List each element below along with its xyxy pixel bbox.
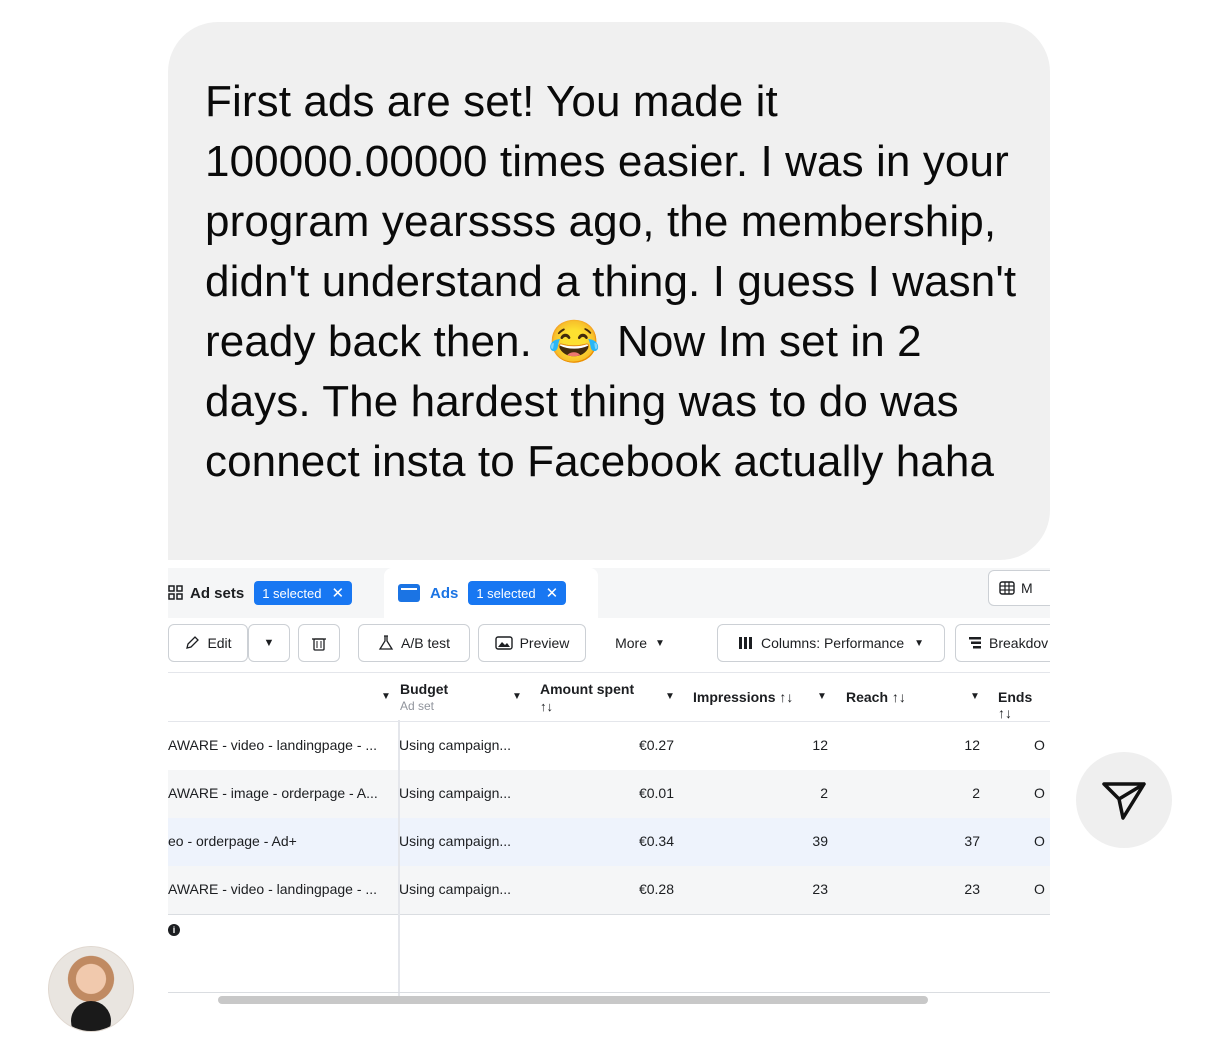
view-toggle-button[interactable]: M bbox=[988, 570, 1050, 606]
clear-ads-selection-close-icon[interactable]: ✕ bbox=[546, 584, 559, 602]
tab-ads-label: Ads bbox=[430, 584, 459, 602]
more-caret-icon: ▼ bbox=[655, 637, 665, 649]
message-text: First ads are set! You made it 100000.00… bbox=[205, 72, 1020, 492]
ads-selected-badge[interactable]: 1 selected ✕ bbox=[468, 581, 567, 605]
budget-cell: Using campaign... bbox=[399, 881, 512, 897]
reach-cell: 2 bbox=[972, 785, 980, 801]
edit-button[interactable]: Edit bbox=[168, 624, 248, 662]
impressions-caret-icon[interactable]: ▼ bbox=[817, 691, 827, 702]
budget-header-sub: Ad set bbox=[400, 699, 435, 713]
amount-spent-caret-icon[interactable]: ▼ bbox=[665, 691, 675, 702]
ad-name-cell[interactable]: AWARE - video - landingpage - ... bbox=[168, 881, 392, 897]
more-button[interactable]: More ▼ bbox=[600, 624, 680, 662]
budget-column-caret-icon[interactable]: ▼ bbox=[512, 691, 522, 702]
image-preview-icon bbox=[494, 636, 513, 650]
delete-button[interactable] bbox=[298, 624, 340, 662]
columns-icon bbox=[738, 637, 752, 649]
table-row-selected[interactable]: eo - orderpage - Ad+ Using campaign... €… bbox=[168, 818, 1050, 866]
table-bottom-divider bbox=[168, 992, 1050, 993]
more-label: More bbox=[615, 635, 647, 651]
tab-ads[interactable]: Ads 1 selected ✕ bbox=[384, 568, 598, 618]
ends-cell: O bbox=[1034, 785, 1045, 801]
columns-caret-icon: ▼ bbox=[914, 637, 925, 649]
pencil-icon bbox=[186, 636, 200, 649]
amount-spent-cell: €0.27 bbox=[638, 737, 674, 753]
breakdown-icon bbox=[969, 637, 981, 649]
clear-selection-close-icon[interactable]: ✕ bbox=[331, 584, 344, 602]
budget-cell: Using campaign... bbox=[399, 785, 512, 801]
trash-icon bbox=[312, 638, 326, 651]
ad-name-cell[interactable]: eo - orderpage - Ad+ bbox=[168, 833, 392, 849]
reach-cell: 12 bbox=[964, 737, 980, 753]
horizontal-scrollbar[interactable] bbox=[218, 996, 928, 1004]
ad-sets-grid-icon bbox=[168, 585, 183, 600]
columns-label: Columns: Performance bbox=[760, 635, 905, 651]
amount-spent-cell: €0.28 bbox=[638, 881, 674, 897]
tab-ad-sets-label: Ad sets bbox=[190, 584, 245, 602]
preview-label: Preview bbox=[519, 635, 570, 651]
ads-icon bbox=[398, 584, 420, 602]
impressions-cell: 2 bbox=[820, 785, 828, 801]
impressions-column-header[interactable]: Impressions ↑↓ bbox=[693, 689, 793, 705]
laughing-emoji: 😂 bbox=[548, 318, 601, 365]
ads-manager-tabs: Ad sets 1 selected ✕ Ads 1 selected ✕ M bbox=[168, 568, 1050, 618]
table-grid-icon bbox=[999, 581, 1015, 595]
ad-sets-selected-badge[interactable]: 1 selected ✕ bbox=[254, 581, 353, 605]
ends-column-header[interactable]: Ends ↑↓ bbox=[998, 689, 1050, 721]
ends-header-label: Ends ↑↓ bbox=[998, 689, 1033, 721]
amount-spent-header-label: Amount spent bbox=[540, 681, 635, 697]
table-row[interactable]: AWARE - video - landingpage - ... Using … bbox=[168, 722, 1050, 770]
budget-column-header[interactable]: Budget Ad set bbox=[400, 681, 448, 713]
column-divider bbox=[398, 720, 400, 998]
impressions-cell: 39 bbox=[812, 833, 828, 849]
ab-test-label: A/B test bbox=[400, 635, 451, 651]
ads-table: ▼ Budget Ad set ▼ Amount spent ↑↓ ▼ Impr… bbox=[168, 672, 1050, 914]
budget-header-label: Budget bbox=[400, 681, 449, 697]
info-icon[interactable]: i bbox=[168, 924, 180, 936]
breakdown-button[interactable]: Breakdov bbox=[955, 624, 1050, 662]
reach-header-label: Reach ↑↓ bbox=[846, 689, 906, 705]
avatar[interactable] bbox=[48, 946, 134, 1032]
view-toggle-label: M bbox=[1021, 580, 1033, 596]
preview-button[interactable]: Preview bbox=[478, 624, 586, 662]
beaker-icon bbox=[378, 635, 394, 650]
columns-button[interactable]: Columns: Performance ▼ bbox=[717, 624, 945, 662]
budget-cell: Using campaign... bbox=[399, 833, 512, 849]
message-bubble[interactable]: First ads are set! You made it 100000.00… bbox=[168, 22, 1050, 560]
ends-cell: O bbox=[1034, 881, 1045, 897]
ads-manager-screenshot[interactable]: Ad sets 1 selected ✕ Ads 1 selected ✕ M bbox=[168, 568, 1050, 998]
budget-cell: Using campaign... bbox=[399, 737, 512, 753]
reach-column-header[interactable]: Reach ↑↓ bbox=[846, 689, 906, 705]
table-row[interactable]: AWARE - video - landingpage - ... Using … bbox=[168, 866, 1050, 914]
reach-cell: 37 bbox=[964, 833, 980, 849]
paper-plane-icon bbox=[1102, 782, 1146, 820]
reach-cell: 23 bbox=[964, 881, 980, 897]
table-row[interactable]: AWARE - image - orderpage - A... Using c… bbox=[168, 770, 1050, 818]
ab-test-button[interactable]: A/B test bbox=[358, 624, 470, 662]
ends-cell: O bbox=[1034, 737, 1045, 753]
ad-name-cell[interactable]: AWARE - video - landingpage - ... bbox=[168, 737, 392, 753]
ad-sets-selected-label: 1 selected bbox=[262, 585, 322, 601]
amount-spent-cell: €0.01 bbox=[638, 785, 674, 801]
ads-selected-label: 1 selected bbox=[476, 585, 536, 601]
ad-name-cell[interactable]: AWARE - image - orderpage - A... bbox=[168, 785, 392, 801]
edit-dropdown-button[interactable]: ▼ bbox=[248, 624, 290, 662]
ads-toolbar: Edit ▼ A/B test Preview More ▼ Columns: … bbox=[168, 624, 1050, 664]
table-header: ▼ Budget Ad set ▼ Amount spent ↑↓ ▼ Impr… bbox=[168, 672, 1050, 722]
caret-down-icon: ▼ bbox=[263, 637, 275, 649]
tab-ad-sets[interactable]: Ad sets 1 selected ✕ bbox=[168, 568, 374, 618]
name-column-caret-icon[interactable]: ▼ bbox=[381, 691, 391, 702]
ends-cell: O bbox=[1034, 833, 1045, 849]
amount-spent-column-header[interactable]: Amount spent ↑↓ bbox=[540, 681, 634, 714]
impressions-header-label: Impressions ↑↓ bbox=[693, 689, 794, 705]
amount-spent-sort-icon: ↑↓ bbox=[540, 699, 553, 714]
amount-spent-cell: €0.34 bbox=[638, 833, 674, 849]
impressions-cell: 23 bbox=[812, 881, 828, 897]
reach-caret-icon[interactable]: ▼ bbox=[970, 691, 980, 702]
table-divider bbox=[168, 914, 1050, 915]
breakdown-label: Breakdov bbox=[989, 635, 1049, 651]
edit-label: Edit bbox=[207, 635, 232, 651]
share-button[interactable] bbox=[1076, 752, 1172, 848]
impressions-cell: 12 bbox=[812, 737, 828, 753]
